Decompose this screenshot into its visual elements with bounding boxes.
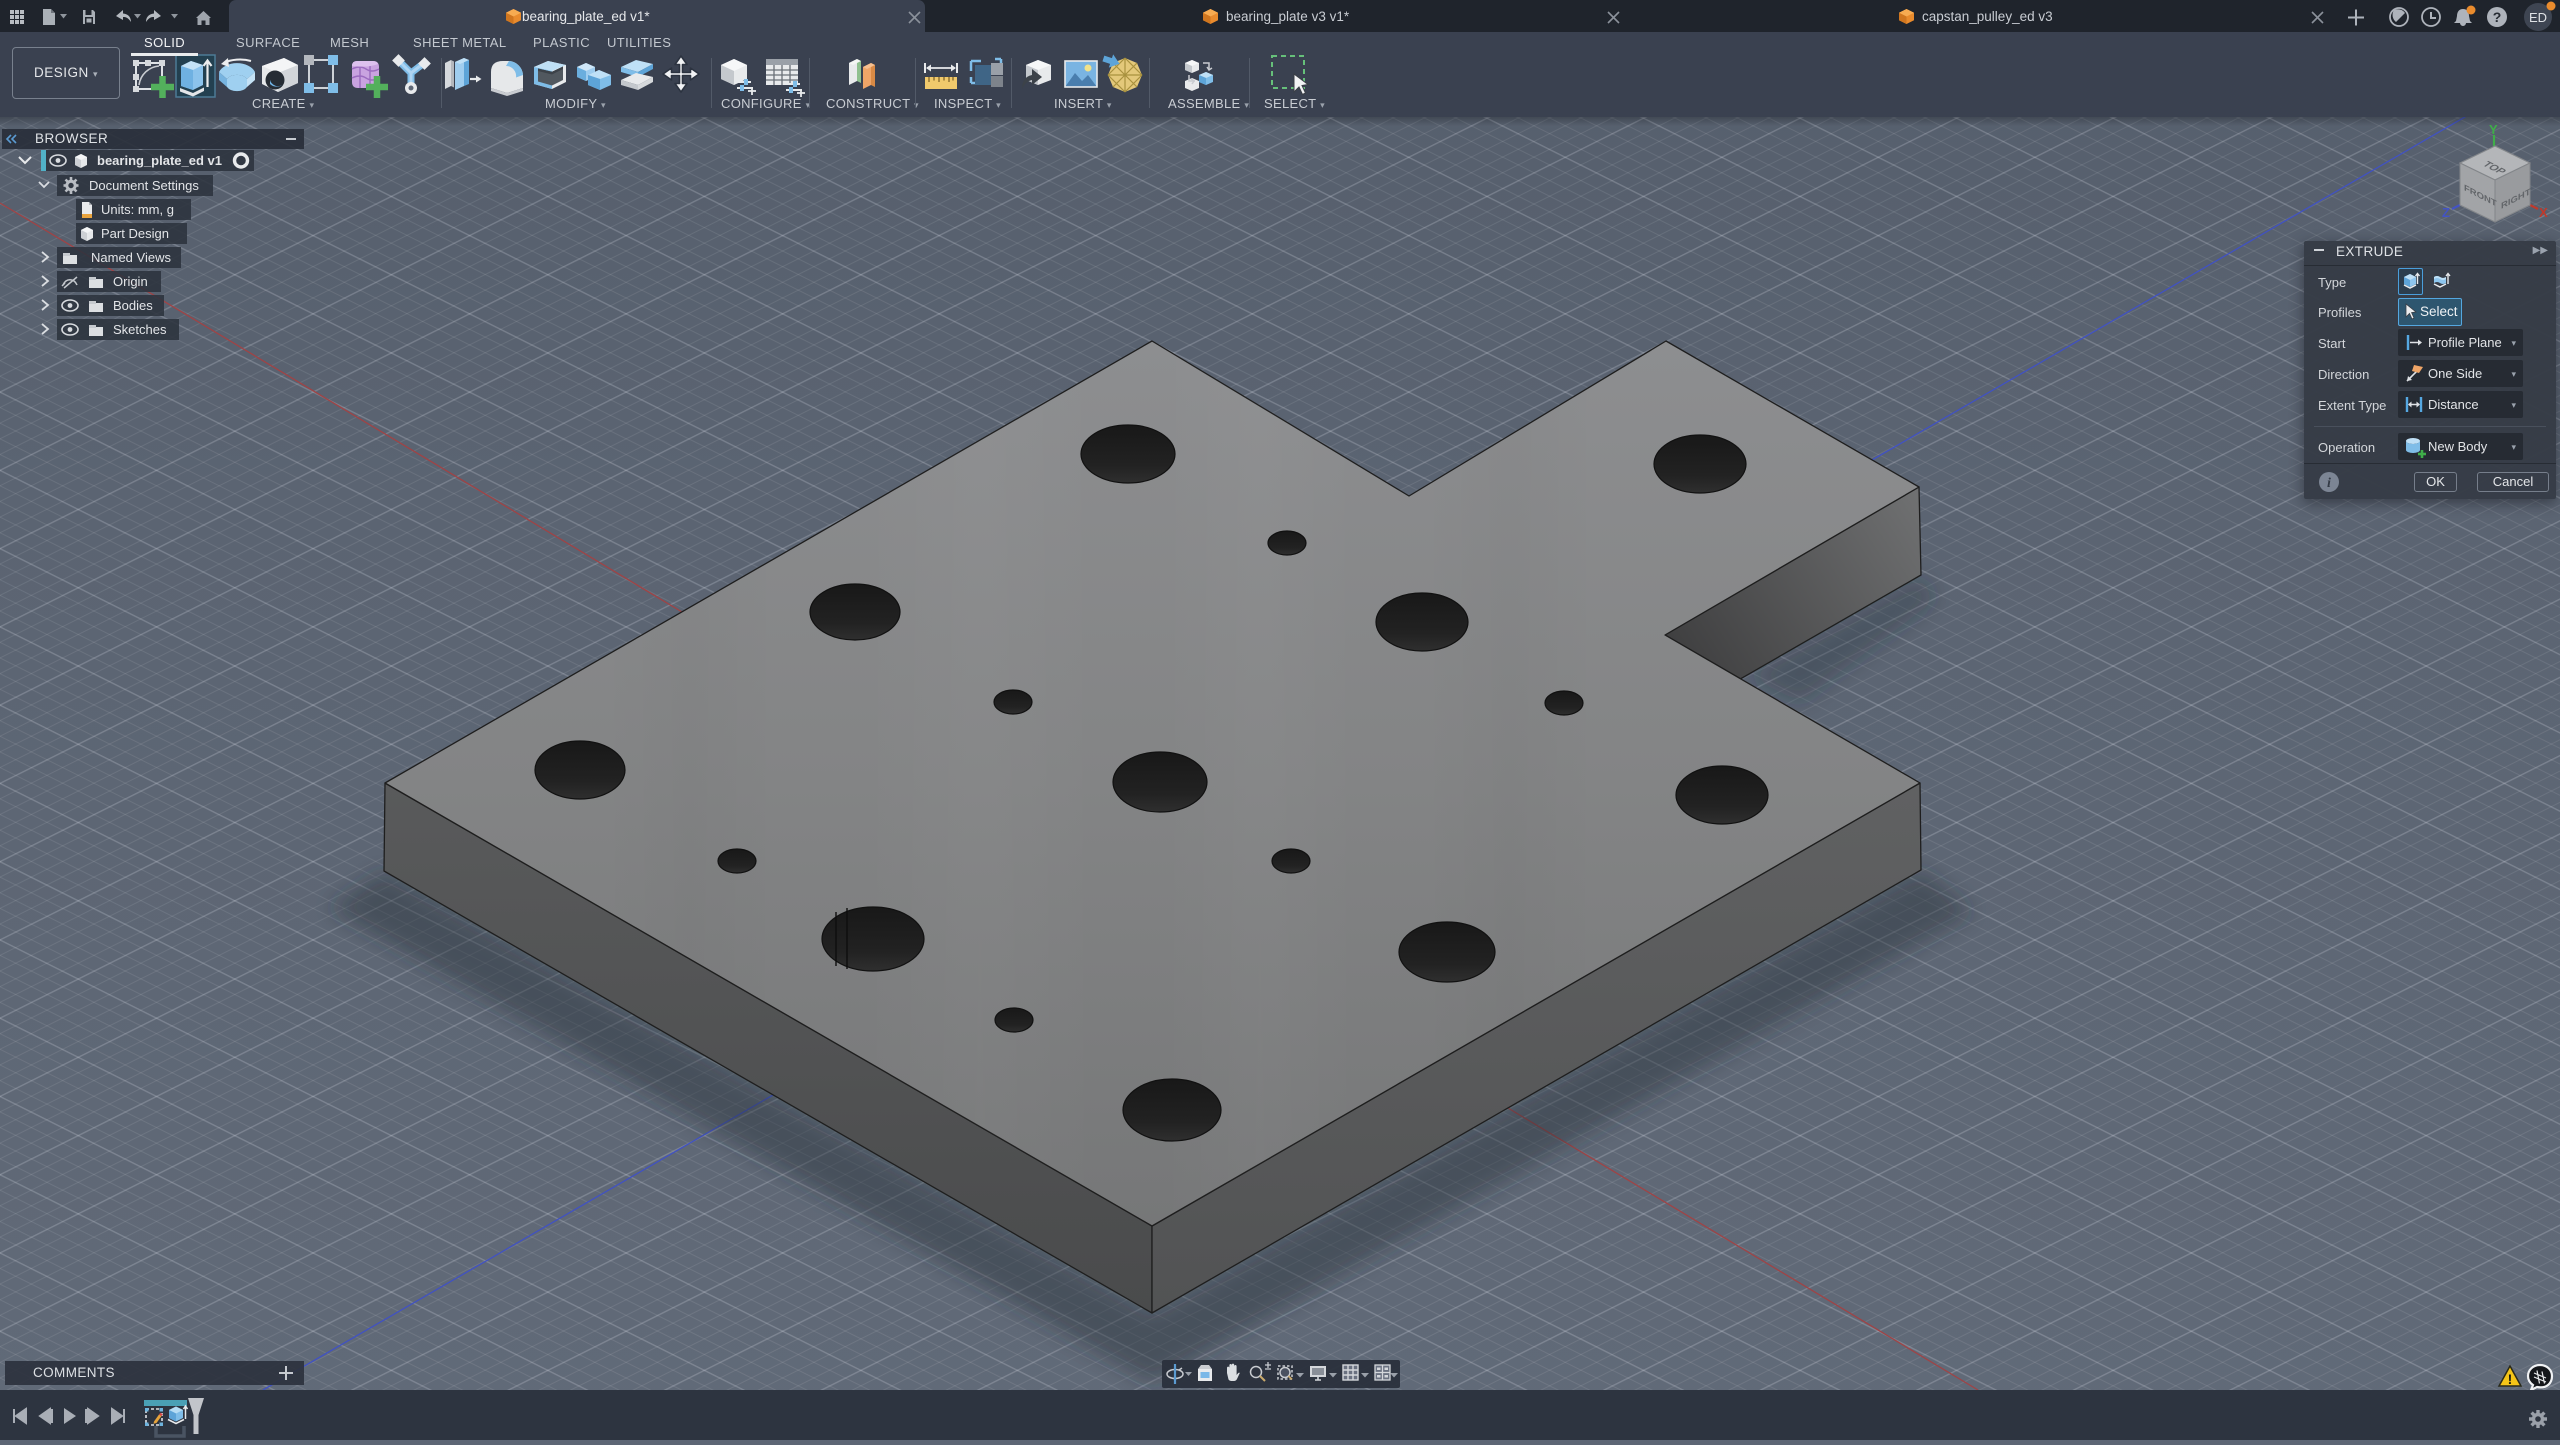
- svg-text:?: ?: [2493, 9, 2502, 25]
- svg-text:!: !: [2508, 1371, 2513, 1387]
- svg-text:Z: Z: [2442, 205, 2450, 220]
- svg-text:X: X: [2539, 205, 2548, 220]
- svg-text:i: i: [2327, 476, 2331, 491]
- svg-text:Y: Y: [2489, 122, 2498, 137]
- svg-text:ED: ED: [2529, 10, 2547, 25]
